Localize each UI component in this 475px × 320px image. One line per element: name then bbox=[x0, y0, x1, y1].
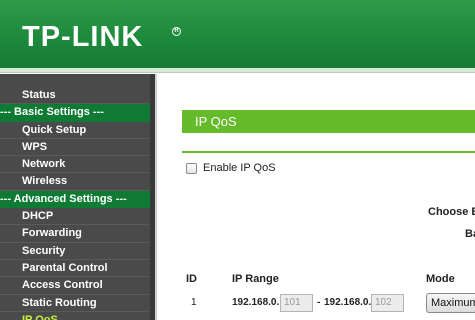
row-id: 1 bbox=[191, 297, 197, 308]
column-header-id: ID bbox=[186, 273, 197, 285]
sidebar-section-basic-settings: --- Basic Settings --- bbox=[0, 104, 150, 122]
column-header-ip-range: IP Range bbox=[232, 273, 279, 285]
page-title: IP QoS bbox=[182, 110, 475, 133]
ip-end-input[interactable]: 102 bbox=[371, 294, 404, 312]
sidebar-item-security[interactable]: Security bbox=[0, 243, 150, 260]
column-header-mode: Mode bbox=[426, 273, 455, 285]
enable-ip-qos-checkbox[interactable] bbox=[186, 163, 197, 174]
sidebar-item-dhcp[interactable]: DHCP bbox=[0, 208, 150, 226]
bandwidth-label: Ba bbox=[465, 228, 475, 240]
sidebar-menu: Status --- Basic Settings --- Quick Setu… bbox=[0, 87, 150, 320]
ip-range-separator: - bbox=[317, 297, 321, 308]
mode-select[interactable]: Maximum bbox=[426, 293, 475, 313]
sidebar-item-forwarding[interactable]: Forwarding bbox=[0, 225, 150, 243]
sidebar-item-static-routing[interactable]: Static Routing bbox=[0, 295, 150, 312]
choose-bandwidth-label: Choose B bbox=[428, 206, 475, 218]
sidebar-item-status[interactable]: Status bbox=[0, 87, 150, 105]
sidebar-item-wireless[interactable]: Wireless bbox=[0, 173, 150, 191]
sidebar-item-quick-setup[interactable]: Quick Setup bbox=[0, 122, 150, 139]
sidebar-item-parental-control[interactable]: Parental Control bbox=[0, 260, 150, 278]
ip-end-prefix: 192.168.0. bbox=[324, 297, 372, 308]
ip-start-input[interactable]: 101 bbox=[280, 294, 313, 312]
registered-mark: R bbox=[172, 27, 181, 36]
sidebar-item-access-control[interactable]: Access Control bbox=[0, 277, 150, 295]
sidebar-section-advanced-settings: --- Advanced Settings --- bbox=[0, 190, 150, 209]
ip-start-prefix: 192.168.0. bbox=[232, 297, 280, 308]
tp-link-logo: TP-LINK bbox=[22, 21, 144, 53]
sidebar-item-wps[interactable]: WPS bbox=[0, 139, 150, 157]
enable-ip-qos-label[interactable]: Enable IP QoS bbox=[203, 162, 276, 174]
main-content: IP QoS Enable IP QoS Choose B Ba ID IP R… bbox=[157, 74, 475, 320]
sidebar: Status --- Basic Settings --- Quick Setu… bbox=[0, 74, 155, 320]
sidebar-item-network[interactable]: Network bbox=[0, 156, 150, 174]
header-banner: TP-LINK R bbox=[0, 0, 475, 68]
header-divider bbox=[0, 68, 475, 73]
title-divider bbox=[182, 151, 475, 153]
sidebar-item-ip-qos[interactable]: IP QoS bbox=[0, 312, 150, 320]
